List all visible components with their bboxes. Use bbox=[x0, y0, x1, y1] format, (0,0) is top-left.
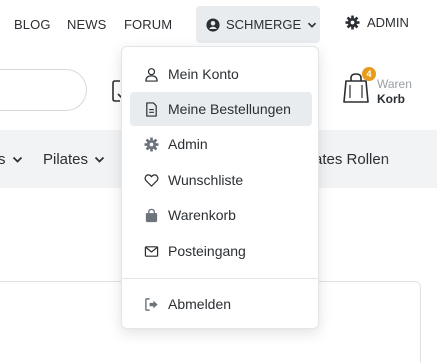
menu-item-wunschliste[interactable]: Wunschliste bbox=[130, 163, 312, 197]
gear-icon bbox=[345, 15, 360, 30]
user-icon bbox=[145, 67, 158, 82]
category-item-partial[interactable]: s bbox=[0, 151, 23, 168]
menu-item-label: Warenkorb bbox=[168, 207, 236, 223]
menu-divider bbox=[122, 278, 318, 279]
menu-item-label: Posteingang bbox=[168, 243, 246, 259]
nav-link-blog[interactable]: BLOG bbox=[14, 17, 51, 32]
menu-item-abmelden[interactable]: Abmelden bbox=[130, 287, 312, 321]
cart-count-badge: 4 bbox=[362, 67, 376, 81]
cart-label-top: Waren bbox=[377, 77, 412, 91]
chevron-down-icon bbox=[308, 22, 317, 28]
admin-label: ADMIN bbox=[367, 15, 409, 30]
category-label: Pilates bbox=[43, 151, 89, 168]
chevron-down-icon bbox=[94, 156, 105, 163]
search-input[interactable] bbox=[0, 69, 87, 111]
category-fade-overlay bbox=[380, 140, 437, 180]
user-circle-icon bbox=[206, 17, 220, 32]
menu-item-warenkorb[interactable]: Warenkorb bbox=[130, 198, 312, 232]
menu-item-label: Abmelden bbox=[168, 296, 232, 312]
menu-item-label: Mein Konto bbox=[168, 66, 239, 82]
chevron-down-icon bbox=[12, 156, 22, 163]
user-menu-button[interactable]: SCHMERGE bbox=[196, 6, 320, 43]
cart-label-bottom[interactable]: Korb bbox=[377, 92, 405, 106]
category-label: s bbox=[0, 151, 6, 168]
top-navigation: BLOG NEWS FORUM SCHMERGE ADMIN bbox=[0, 0, 437, 50]
user-name: SCHMERGE bbox=[226, 17, 302, 32]
menu-item-label: Meine Bestellungen bbox=[168, 101, 291, 117]
menu-item-posteingang[interactable]: Posteingang bbox=[130, 234, 312, 268]
menu-item-label: Admin bbox=[168, 136, 208, 152]
category-label: ates Rollen bbox=[314, 151, 390, 168]
menu-item-mein-konto[interactable]: Mein Konto bbox=[130, 57, 312, 91]
gear-icon bbox=[144, 136, 159, 152]
menu-item-meine-bestellungen[interactable]: Meine Bestellungen bbox=[130, 92, 312, 126]
menu-item-label: Wunschliste bbox=[168, 172, 244, 188]
document-icon bbox=[146, 101, 157, 117]
nav-link-forum[interactable]: FORUM bbox=[124, 17, 172, 32]
bag-icon bbox=[145, 208, 158, 222]
user-dropdown-menu: Mein Konto Meine Bestellungen Admin Wuns… bbox=[121, 46, 319, 329]
envelope-icon bbox=[144, 245, 159, 257]
admin-link[interactable]: ADMIN bbox=[345, 15, 409, 30]
heart-icon bbox=[144, 173, 159, 187]
logout-icon bbox=[145, 297, 158, 311]
menu-item-admin[interactable]: Admin bbox=[130, 127, 312, 161]
category-item-pilates[interactable]: Pilates bbox=[43, 151, 105, 168]
nav-link-news[interactable]: NEWS bbox=[67, 17, 106, 32]
